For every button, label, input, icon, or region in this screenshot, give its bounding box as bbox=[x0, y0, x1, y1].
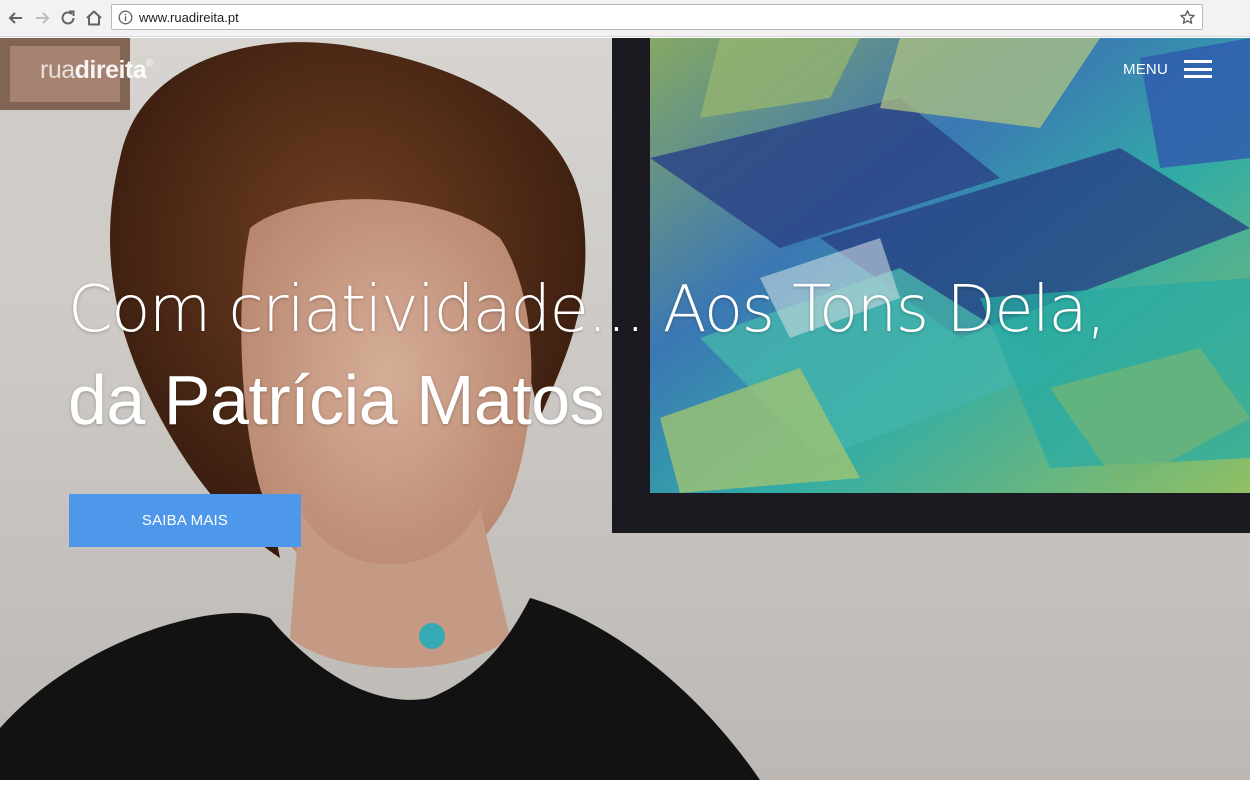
reload-button[interactable] bbox=[56, 6, 80, 30]
home-button[interactable] bbox=[82, 6, 106, 30]
logo-text-bold: direita bbox=[74, 56, 147, 84]
reload-icon bbox=[61, 10, 75, 25]
site-logo[interactable]: ruadireita® bbox=[40, 56, 154, 85]
forward-button[interactable] bbox=[30, 6, 54, 30]
address-bar[interactable]: www.ruadireita.pt bbox=[111, 4, 1203, 30]
url-text[interactable]: www.ruadireita.pt bbox=[139, 10, 239, 25]
logo-text-light: rua bbox=[40, 56, 75, 84]
hamburger-icon[interactable] bbox=[1184, 60, 1212, 78]
page-bottom-strip bbox=[0, 780, 1250, 800]
back-arrow-icon bbox=[8, 12, 22, 24]
forward-arrow-icon bbox=[36, 12, 50, 24]
hero-section: ruadireita® MENU Com criatividade... Aos… bbox=[0, 38, 1250, 780]
menu-label: MENU bbox=[1123, 60, 1168, 78]
saiba-mais-button[interactable]: SAIBA MAIS bbox=[69, 494, 301, 547]
hero-headline-line2: da Patrícia Matos bbox=[68, 361, 605, 439]
star-icon[interactable] bbox=[1179, 9, 1196, 26]
hamburger-line bbox=[1184, 75, 1212, 78]
menu-button[interactable]: MENU bbox=[1123, 60, 1212, 78]
logo-registered-mark: ® bbox=[146, 58, 154, 69]
hamburger-line bbox=[1184, 60, 1212, 63]
home-icon bbox=[86, 10, 102, 26]
back-button[interactable] bbox=[4, 6, 28, 30]
info-icon[interactable] bbox=[118, 10, 133, 25]
browser-toolbar: www.ruadireita.pt bbox=[0, 0, 1250, 37]
hero-headline-line1: Com criatividade... Aos Tons Dela, bbox=[68, 273, 1106, 347]
hamburger-line bbox=[1184, 67, 1212, 71]
